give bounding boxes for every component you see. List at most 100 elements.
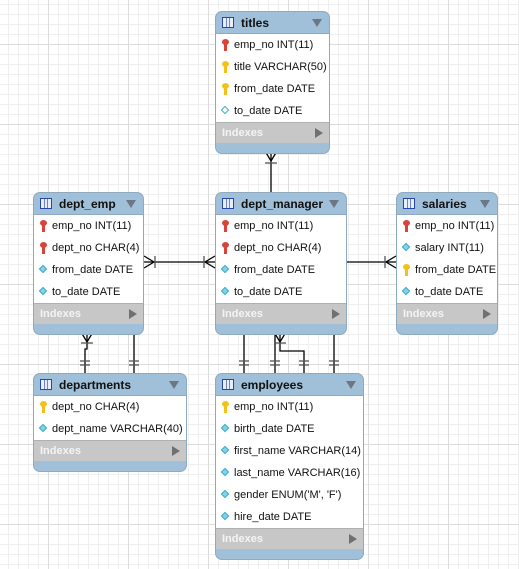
- collapse-triangle-icon[interactable]: [169, 380, 179, 389]
- column-list: emp_no INT(11) dept_no CHAR(4) from_date D…: [216, 214, 346, 303]
- entity-departments[interactable]: departments dept_no CHAR(4) dept_name VARC…: [33, 373, 187, 472]
- column-text: hire_date DATE: [234, 511, 312, 523]
- collapse-triangle-icon[interactable]: [346, 380, 356, 389]
- entity-title: departments: [59, 377, 132, 392]
- column-row[interactable]: salary INT(11): [397, 237, 497, 259]
- entity-employees[interactable]: employees emp_no INT(11) birth_date DATE fi…: [215, 373, 364, 560]
- nullable-column-diamond-icon: [220, 105, 230, 117]
- indexes-section[interactable]: Indexes: [34, 303, 143, 324]
- expand-triangle-icon[interactable]: [129, 309, 137, 319]
- column-text: emp_no INT(11): [52, 220, 132, 232]
- indexes-section[interactable]: Indexes: [34, 440, 186, 461]
- column-row[interactable]: to_date DATE: [216, 281, 346, 303]
- expand-triangle-icon[interactable]: [172, 446, 180, 456]
- entity-titles[interactable]: titles emp_no INT(11) title VARCHAR(50) fro…: [215, 11, 330, 154]
- column-row[interactable]: from_date DATE: [216, 78, 329, 100]
- foreign-primary-key-icon: [221, 39, 230, 51]
- column-row[interactable]: from_date DATE: [216, 259, 346, 281]
- collapse-triangle-icon[interactable]: [480, 199, 490, 208]
- expand-triangle-icon[interactable]: [483, 309, 491, 319]
- column-text: emp_no INT(11): [415, 220, 495, 232]
- entity-header[interactable]: dept_emp: [34, 193, 143, 214]
- column-row[interactable]: title VARCHAR(50): [216, 56, 329, 78]
- expand-triangle-icon[interactable]: [349, 534, 357, 544]
- primary-key-icon: [402, 264, 411, 276]
- foreign-primary-key-icon: [402, 220, 411, 232]
- primary-key-icon: [221, 83, 230, 95]
- entity-header[interactable]: salaries: [397, 193, 497, 214]
- entity-footer: [216, 549, 363, 559]
- entity-title: titles: [241, 15, 270, 30]
- column-row[interactable]: to_date DATE: [216, 100, 329, 122]
- column-list: emp_no INT(11) birth_date DATE first_name …: [216, 395, 363, 528]
- collapse-triangle-icon[interactable]: [312, 18, 322, 27]
- relationship-line: [279, 331, 305, 373]
- column-row[interactable]: from_date DATE: [397, 259, 497, 281]
- column-row[interactable]: birth_date DATE: [216, 418, 363, 440]
- column-row[interactable]: dept_name VARCHAR(40): [34, 418, 186, 440]
- column-text: to_date DATE: [234, 105, 303, 117]
- entity-footer: [216, 324, 346, 334]
- foreign-primary-key-icon: [221, 242, 230, 254]
- entity-header[interactable]: employees: [216, 374, 363, 395]
- column-diamond-icon: [220, 286, 230, 298]
- primary-key-icon: [39, 401, 48, 413]
- column-row[interactable]: gender ENUM('M', 'F'): [216, 484, 363, 506]
- entity-title: dept_manager: [241, 196, 324, 211]
- table-icon: [222, 379, 234, 390]
- entity-footer: [216, 143, 329, 153]
- entity-footer: [34, 461, 186, 471]
- entity-footer: [397, 324, 497, 334]
- column-diamond-icon: [220, 264, 230, 276]
- entity-dept-emp[interactable]: dept_emp emp_no INT(11) dept_no CHAR(4) fro…: [33, 192, 144, 335]
- column-row[interactable]: dept_no CHAR(4): [216, 237, 346, 259]
- indexes-section[interactable]: Indexes: [397, 303, 497, 324]
- column-diamond-icon: [220, 423, 230, 435]
- column-text: to_date DATE: [415, 286, 484, 298]
- column-diamond-icon: [38, 423, 48, 435]
- expand-triangle-icon[interactable]: [315, 128, 323, 138]
- expand-triangle-icon[interactable]: [332, 309, 340, 319]
- column-text: dept_name VARCHAR(40): [52, 423, 183, 435]
- column-diamond-icon: [401, 242, 411, 254]
- indexes-section[interactable]: Indexes: [216, 528, 363, 549]
- collapse-triangle-icon[interactable]: [329, 199, 339, 208]
- column-diamond-icon: [220, 511, 230, 523]
- column-row[interactable]: emp_no INT(11): [397, 215, 497, 237]
- column-text: to_date DATE: [234, 286, 303, 298]
- entity-footer: [34, 324, 143, 334]
- column-row[interactable]: to_date DATE: [397, 281, 497, 303]
- column-row[interactable]: to_date DATE: [34, 281, 143, 303]
- indexes-section[interactable]: Indexes: [216, 303, 346, 324]
- column-text: from_date DATE: [415, 264, 497, 276]
- column-text: emp_no INT(11): [234, 39, 314, 51]
- column-row[interactable]: first_name VARCHAR(14): [216, 440, 363, 462]
- column-row[interactable]: last_name VARCHAR(16): [216, 462, 363, 484]
- column-row[interactable]: emp_no INT(11): [216, 215, 346, 237]
- column-row[interactable]: emp_no INT(11): [34, 215, 143, 237]
- column-text: emp_no INT(11): [234, 220, 314, 232]
- column-diamond-icon: [220, 489, 230, 501]
- column-text: dept_no CHAR(4): [52, 242, 140, 254]
- column-text: to_date DATE: [52, 286, 121, 298]
- column-text: birth_date DATE: [234, 423, 315, 435]
- column-row[interactable]: emp_no INT(11): [216, 396, 363, 418]
- column-row[interactable]: hire_date DATE: [216, 506, 363, 528]
- collapse-triangle-icon[interactable]: [126, 199, 136, 208]
- entity-header[interactable]: departments: [34, 374, 186, 395]
- entity-dept-manager[interactable]: dept_manager emp_no INT(11) dept_no CHAR(4…: [215, 192, 347, 335]
- entity-title: dept_emp: [59, 196, 116, 211]
- column-row[interactable]: from_date DATE: [34, 259, 143, 281]
- indexes-section[interactable]: Indexes: [216, 122, 329, 143]
- column-diamond-icon: [401, 286, 411, 298]
- column-row[interactable]: emp_no INT(11): [216, 34, 329, 56]
- foreign-primary-key-icon: [39, 220, 48, 232]
- entity-header[interactable]: dept_manager: [216, 193, 346, 214]
- column-row[interactable]: dept_no CHAR(4): [34, 396, 186, 418]
- column-text: last_name VARCHAR(16): [234, 467, 361, 479]
- primary-key-icon: [221, 401, 230, 413]
- entity-header[interactable]: titles: [216, 12, 329, 33]
- column-row[interactable]: dept_no CHAR(4): [34, 237, 143, 259]
- entity-salaries[interactable]: salaries emp_no INT(11) salary INT(11) from…: [396, 192, 498, 335]
- table-icon: [40, 198, 52, 209]
